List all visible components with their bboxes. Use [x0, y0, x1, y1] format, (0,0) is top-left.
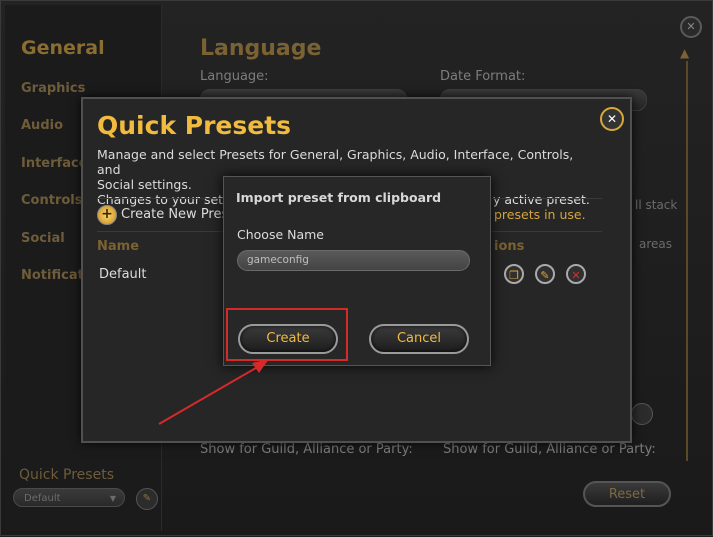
annotation-arrow	[158, 359, 269, 425]
settings-window: General Graphics Audio Interface Control…	[0, 0, 713, 536]
